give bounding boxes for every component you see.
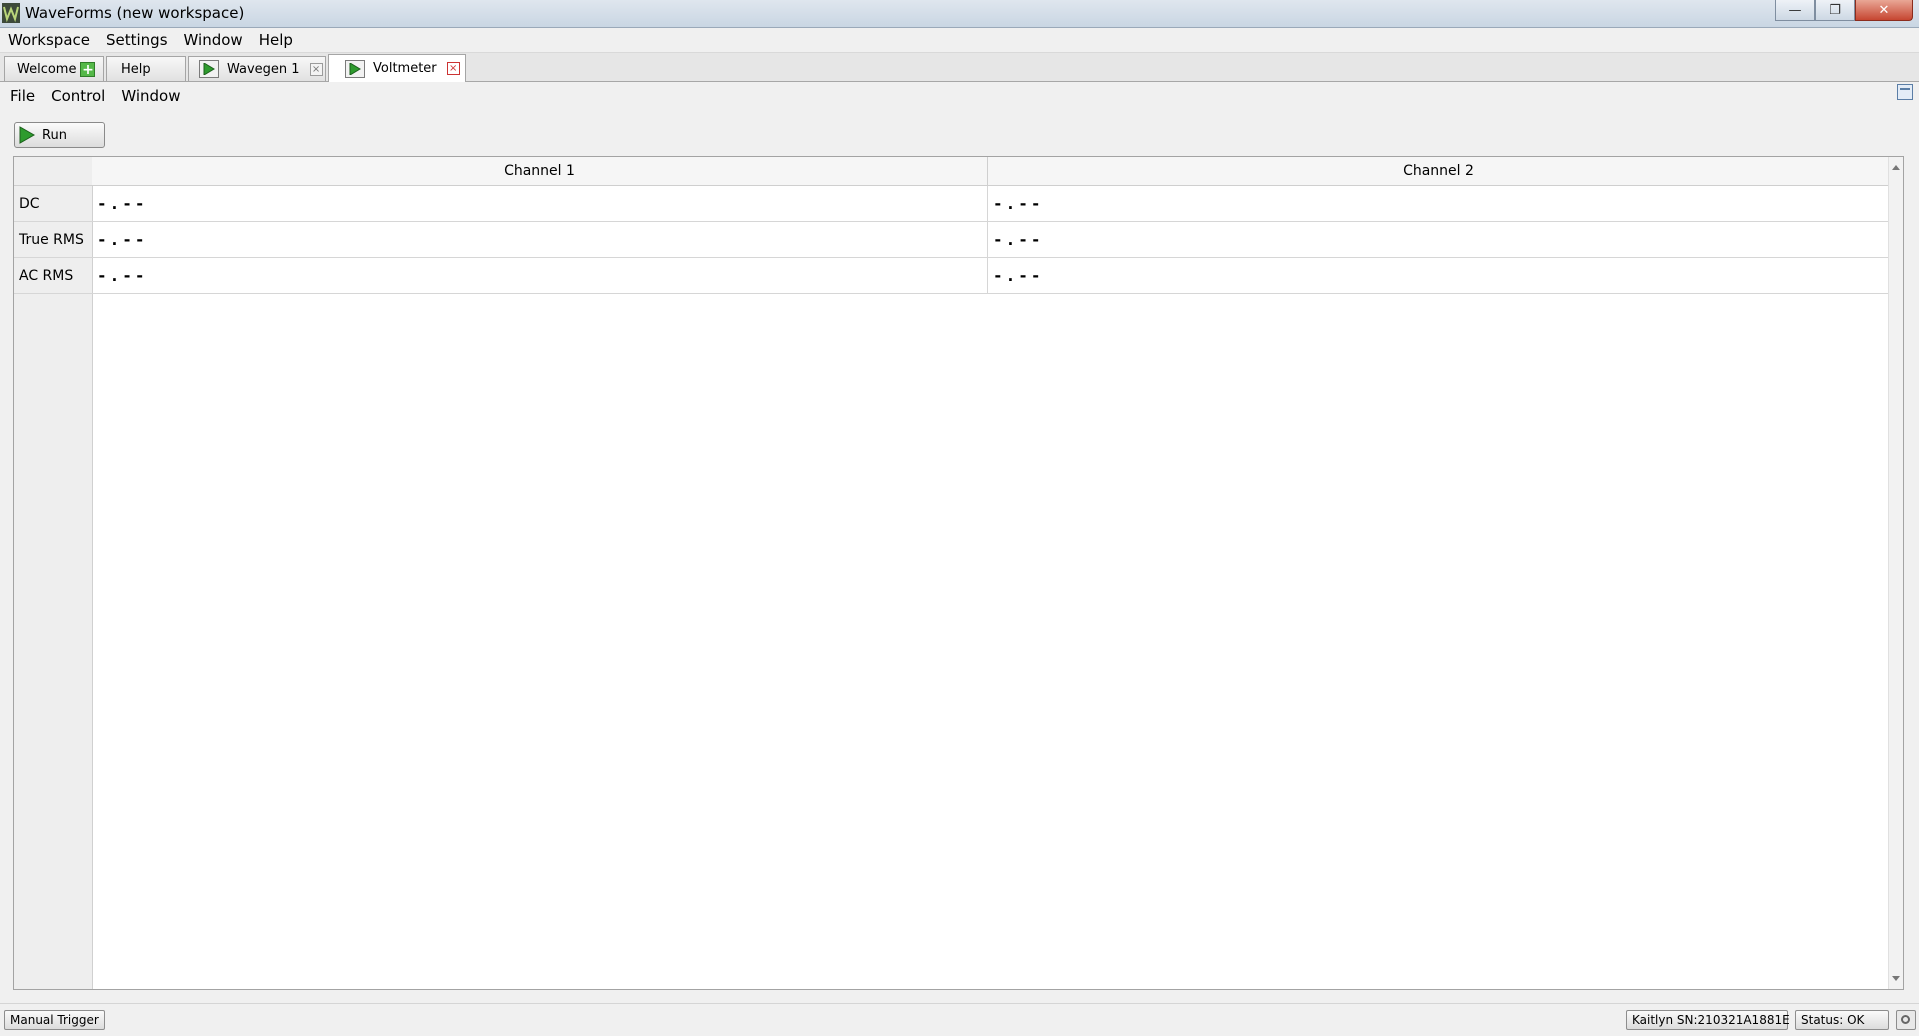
tab-label: Help	[121, 61, 151, 77]
value-ac-rms-channel-2: -.--	[988, 258, 1890, 294]
instrument-menubar: File Control Window	[0, 84, 1919, 108]
tab-help[interactable]: Help	[106, 56, 186, 81]
menu-window[interactable]: Window	[176, 31, 251, 49]
menu-file[interactable]: File	[0, 87, 43, 105]
main-menubar: Workspace Settings Window Help	[0, 28, 1919, 53]
close-icon: ✕	[1878, 2, 1890, 18]
menu-settings[interactable]: Settings	[98, 31, 176, 49]
close-tab-icon[interactable]: ×	[446, 62, 460, 75]
maximize-button[interactable]: ❐	[1815, 0, 1855, 21]
close-tab-icon[interactable]: ×	[309, 62, 323, 76]
tab-wavegen-1[interactable]: Wavegen 1 ×	[188, 56, 326, 81]
menu-workspace[interactable]: Workspace	[0, 31, 98, 49]
tab-voltmeter[interactable]: Voltmeter ×	[328, 54, 466, 82]
table-corner	[14, 157, 92, 186]
value-dc-channel-2: -.--	[988, 186, 1890, 222]
play-icon	[345, 59, 365, 78]
tab-label: Wavegen 1	[227, 61, 300, 77]
run-button[interactable]: Run	[14, 122, 105, 148]
tab-label: Welcome	[17, 61, 77, 77]
tab-label: Voltmeter	[373, 61, 437, 76]
menu-control[interactable]: Control	[43, 87, 113, 105]
row-label-true-rms: True RMS	[14, 222, 92, 258]
tab-strip: Welcome + Help Wavegen 1 × Voltmeter ×	[0, 53, 1919, 82]
row-label-dc: DC	[14, 186, 92, 222]
minimize-button[interactable]: —	[1775, 0, 1815, 21]
plus-icon[interactable]: +	[80, 61, 96, 77]
menu-help[interactable]: Help	[251, 31, 301, 49]
connection-icon[interactable]	[1896, 1010, 1916, 1030]
title-bar: WaveForms (new workspace) — ❐ ✕	[0, 0, 1919, 28]
scroll-up-icon[interactable]	[1892, 165, 1900, 170]
waveforms-logo-icon	[2, 3, 20, 23]
column-header-channel-2[interactable]: Channel 2	[988, 157, 1890, 186]
run-label: Run	[42, 127, 67, 143]
column-header-channel-1[interactable]: Channel 1	[92, 157, 988, 186]
device-button[interactable]: Kaitlyn SN:210321A1881E	[1626, 1010, 1790, 1030]
close-window-button[interactable]: ✕	[1855, 0, 1913, 21]
dock-window-icon[interactable]	[1897, 84, 1913, 100]
minimize-icon: —	[1788, 2, 1802, 18]
value-true-rms-channel-2: -.--	[988, 222, 1890, 258]
maximize-icon: ❐	[1829, 2, 1841, 18]
play-icon	[19, 126, 36, 144]
measurement-table: Channel 1 Channel 2 DC -.-- -.-- True RM…	[13, 156, 1904, 990]
status-button[interactable]: Status: OK	[1795, 1010, 1889, 1030]
status-bar: Manual Trigger Kaitlyn SN:210321A1881E S…	[0, 1003, 1919, 1036]
tab-welcome[interactable]: Welcome +	[4, 56, 104, 81]
menu-instrument-window[interactable]: Window	[113, 87, 188, 105]
value-ac-rms-channel-1: -.--	[92, 258, 988, 294]
row-label-ac-rms: AC RMS	[14, 258, 92, 294]
value-dc-channel-1: -.--	[92, 186, 988, 222]
vertical-scrollbar[interactable]	[1888, 157, 1903, 989]
play-icon	[199, 60, 219, 78]
value-true-rms-channel-1: -.--	[92, 222, 988, 258]
window-title: WaveForms (new workspace)	[25, 4, 245, 22]
manual-trigger-button[interactable]: Manual Trigger	[4, 1010, 105, 1030]
scroll-down-icon[interactable]	[1892, 976, 1900, 981]
